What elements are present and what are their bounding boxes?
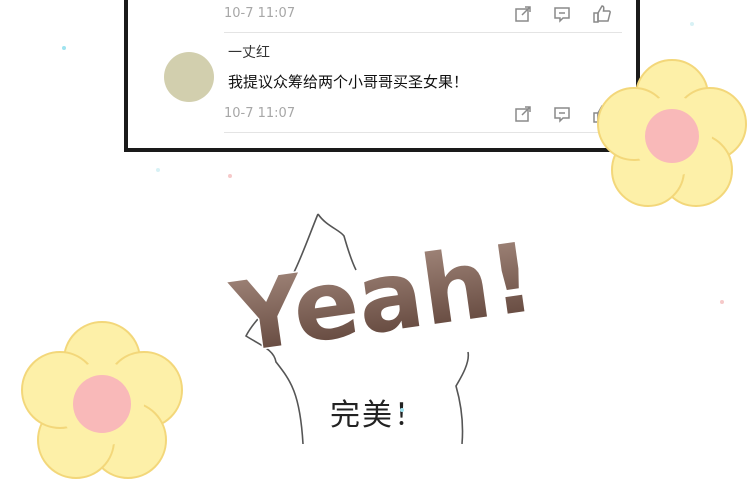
sparkle xyxy=(156,168,160,172)
sparkle xyxy=(62,46,66,50)
sparkle xyxy=(400,408,404,412)
sparkle xyxy=(690,22,694,26)
bubble-text: 完美！ xyxy=(330,398,426,433)
shout-label: Yeah! xyxy=(225,221,541,374)
sparkle xyxy=(228,174,232,178)
sparkle xyxy=(720,300,724,304)
shout-text: Yeah! xyxy=(223,220,542,376)
